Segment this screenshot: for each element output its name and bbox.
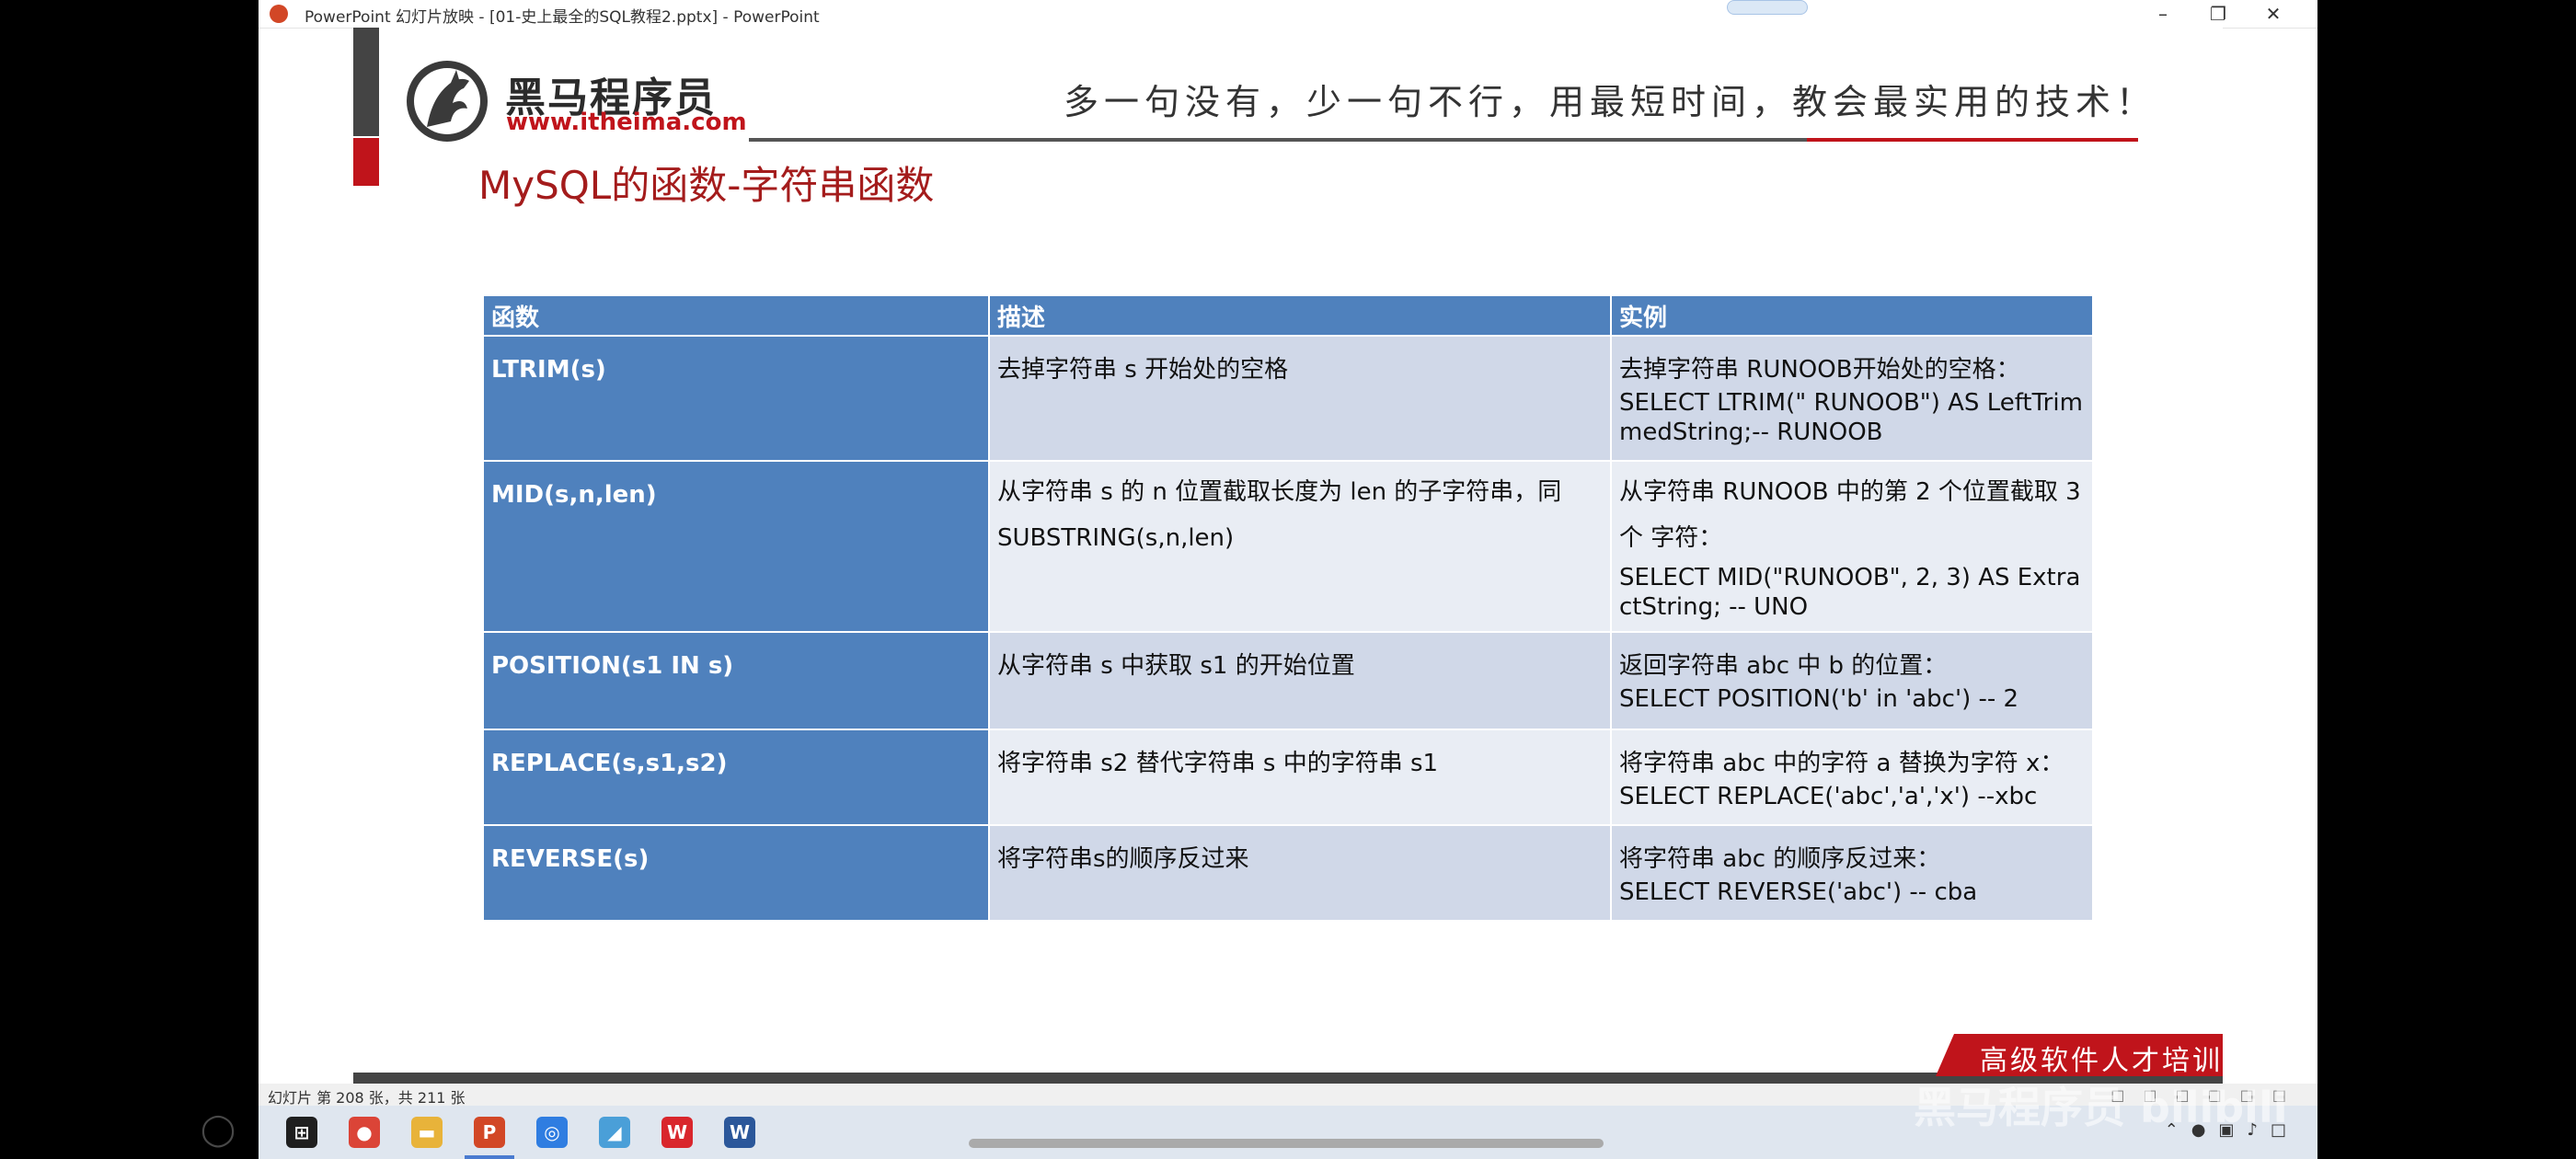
function-name-cell: LTRIM(s) (482, 335, 990, 462)
string-functions-table: 函数 描述 实例 LTRIM(s) 去掉字符串 s 开始处的空格 去掉字符串 R… (482, 294, 2094, 922)
minimize-icon[interactable]: – (2135, 0, 2191, 28)
header-divider-accent (1807, 138, 2138, 142)
powerpoint-icon[interactable]: P (465, 1117, 514, 1159)
column-header-example: 实例 (1610, 294, 2094, 337)
description-cell: 从字符串 s 中获取 s1 的开始位置 (988, 631, 1612, 730)
description-cell: 将字符串s的顺序反过来 (988, 824, 1612, 922)
example-title: 从字符串 RUNOOB 中的第 2 个位置截取 3个 字符： (1619, 478, 2081, 552)
close-icon[interactable]: ✕ (2246, 0, 2301, 28)
notes-icon[interactable]: ◢ (599, 1117, 630, 1148)
powerpoint-window: PowerPoint 幻灯片放映 - [01-史上最全的SQL教程2.pptx]… (259, 0, 2317, 1159)
example-title: 返回字符串 abc 中 b 的位置： (1619, 652, 1948, 680)
example-title: 去掉字符串 RUNOOB开始处的空格： (1619, 356, 2020, 384)
ribbon-toggle-handle[interactable] (1727, 0, 1808, 15)
example-title: 将字符串 abc 中的字符 a 替换为字符 x： (1619, 750, 2064, 777)
horse-logo-icon (407, 61, 488, 142)
wps-icon[interactable]: W (661, 1117, 693, 1148)
powerpoint-app-icon (270, 5, 288, 23)
function-name-cell: POSITION(s1 IN s) (482, 631, 990, 730)
restore-icon[interactable]: ❐ (2191, 0, 2246, 28)
example-code: SELECT REVERSE('abc') -- cba (1619, 878, 1978, 906)
example-cell: 返回字符串 abc 中 b 的位置： SELECT POSITION('b' i… (1610, 631, 2094, 730)
slogan: 多一句没有，少一句不行，用最短时间，教会最实用的技术！ (1064, 82, 2157, 122)
function-name-cell: REPLACE(s,s1,s2) (482, 729, 990, 826)
logo-url: www.itheima.com (506, 109, 747, 136)
footer-banner-text: 高级软件人才培训专家 (1980, 1045, 2223, 1077)
column-header-function: 函数 (482, 294, 990, 337)
slide-canvas[interactable]: 黑马程序员 www.itheima.com 多一句没有，少一句不行，用最短时间，… (353, 28, 2223, 1084)
table-row: POSITION(s1 IN s) 从字符串 s 中获取 s1 的开始位置 返回… (482, 631, 2094, 730)
start-icon[interactable]: ⊞ (286, 1117, 317, 1148)
user-watermark-icon: ◯ (201, 1111, 236, 1148)
example-title: 将字符串 abc 的顺序反过来： (1619, 845, 1941, 873)
table-row: REVERSE(s) 将字符串s的顺序反过来 将字符串 abc 的顺序反过来： … (482, 824, 2094, 922)
slide-title: MySQL的函数-字符串函数 (478, 163, 935, 208)
horizontal-scrollbar[interactable] (969, 1139, 1604, 1148)
description-cell: 将字符串 s2 替代字符串 s 中的字符串 s1 (988, 729, 1612, 826)
function-name-cell: REVERSE(s) (482, 824, 990, 922)
example-cell: 从字符串 RUNOOB 中的第 2 个位置截取 3个 字符： SELECT MI… (1610, 460, 2094, 633)
example-cell: 去掉字符串 RUNOOB开始处的空格： SELECT LTRIM(" RUNOO… (1610, 335, 2094, 462)
example-code: SELECT POSITION('b' in 'abc') -- 2 (1619, 685, 2019, 713)
example-code: SELECT REPLACE('abc','a','x') --xbc (1619, 783, 2038, 810)
example-code: SELECT LTRIM(" RUNOOB") AS LeftTrimmedSt… (1619, 389, 2083, 446)
word-icon[interactable]: W (724, 1117, 755, 1148)
left-accent-bar (353, 28, 379, 136)
description-cell: 去掉字符串 s 开始处的空格 (988, 335, 1612, 462)
example-cell: 将字符串 abc 中的字符 a 替换为字符 x： SELECT REPLACE(… (1610, 729, 2094, 826)
footer-banner: 高级软件人才培训专家 (1936, 1034, 2223, 1076)
table-row: MID(s,n,len) 从字符串 s 的 n 位置截取长度为 len 的子字符… (482, 460, 2094, 633)
table-row: REPLACE(s,s1,s2) 将字符串 s2 替代字符串 s 中的字符串 s… (482, 729, 2094, 826)
browser-icon[interactable]: ◎ (536, 1117, 568, 1148)
window-title: PowerPoint 幻灯片放映 - [01-史上最全的SQL教程2.pptx]… (305, 8, 820, 27)
title-bar: PowerPoint 幻灯片放映 - [01-史上最全的SQL教程2.pptx]… (259, 0, 2317, 29)
table-row: LTRIM(s) 去掉字符串 s 开始处的空格 去掉字符串 RUNOOB开始处的… (482, 335, 2094, 462)
video-watermark: 黑马程序员 bilibili (1914, 1083, 2288, 1132)
slide-counter: 幻灯片 第 208 张，共 211 张 (268, 1089, 466, 1107)
column-header-description: 描述 (988, 294, 1612, 337)
header-divider (749, 138, 1816, 142)
left-accent-red (353, 138, 379, 186)
chrome-icon[interactable]: ● (349, 1117, 380, 1148)
function-name-cell: MID(s,n,len) (482, 460, 990, 633)
description-cell: 从字符串 s 的 n 位置截取长度为 len 的子字符串，同 SUBSTRING… (988, 460, 1612, 633)
table-header-row: 函数 描述 实例 (482, 294, 2094, 337)
example-cell: 将字符串 abc 的顺序反过来： SELECT REVERSE('abc') -… (1610, 824, 2094, 922)
example-code: SELECT MID("RUNOOB", 2, 3) AS ExtractStr… (1619, 564, 2081, 621)
file-explorer-icon[interactable]: ▬ (411, 1117, 443, 1148)
